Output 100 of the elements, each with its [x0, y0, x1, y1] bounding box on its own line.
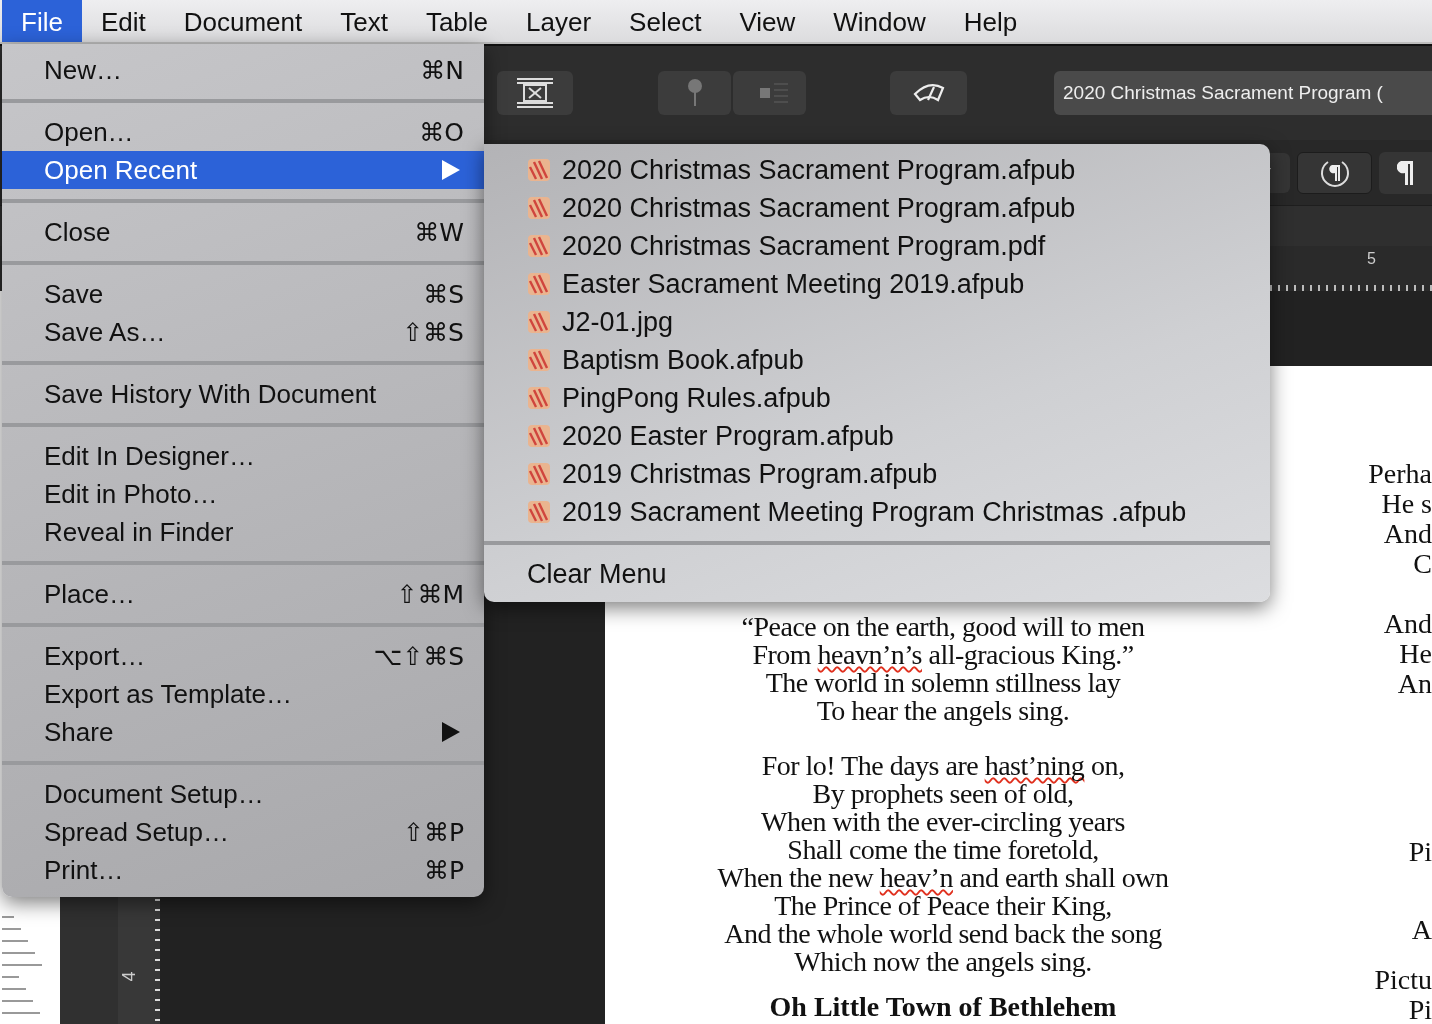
- recent-file-item[interactable]: J2-01.jpg: [484, 303, 1270, 341]
- poem-line: An: [1396, 669, 1432, 699]
- file-name: PingPong Rules.afpub: [562, 382, 831, 414]
- file-name: J2-01.jpg: [562, 306, 674, 338]
- poem-line: When the new heav’n and earth shall own: [716, 864, 1170, 892]
- file-name: 2020 Christmas Sacrament Program.afpub: [562, 154, 1076, 186]
- poem-line: The Prince of Peace their King,: [773, 892, 1113, 920]
- ruler-label: 4: [118, 971, 140, 982]
- wrap-button[interactable]: [733, 71, 806, 115]
- document-icon: [528, 425, 550, 447]
- poem-line: A: [1410, 915, 1432, 945]
- menu-item[interactable]: New… ⌘N: [2, 51, 484, 89]
- keyboard-shortcut: ⇧⌘S: [402, 317, 464, 347]
- clear-menu-item[interactable]: Clear Menu: [484, 555, 1270, 593]
- menu-item[interactable]: Print… ⌘P: [2, 851, 484, 889]
- menu-bar-item[interactable]: Select: [610, 0, 721, 42]
- menu-item-label: Spread Setup…: [44, 816, 230, 848]
- document-icon: [528, 463, 550, 485]
- menu-bar-item[interactable]: View: [720, 0, 815, 42]
- recent-file-item[interactable]: 2020 Christmas Sacrament Program.pdf: [484, 227, 1270, 265]
- document-icon: [528, 273, 550, 295]
- menu-item[interactable]: Save ⌘S: [2, 275, 484, 313]
- poem-line: For lo! The days are hast’ning on,: [760, 752, 1126, 780]
- keyboard-shortcut: ⌘P: [423, 855, 464, 885]
- poem-line: “Peace on the earth, good will to men: [740, 613, 1146, 641]
- menu-bar-item[interactable]: Text: [321, 0, 407, 42]
- poem-line: And: [1382, 609, 1432, 639]
- poem-line: Pi: [1407, 995, 1432, 1024]
- poem-line: Pictu: [1373, 965, 1432, 995]
- menu-item-label: Reveal in Finder: [44, 516, 235, 548]
- menu-item[interactable]: Document Setup…: [2, 775, 484, 813]
- document-title-field[interactable]: 2020 Christmas Sacrament Program (: [1054, 71, 1432, 115]
- document-icon: [528, 349, 550, 371]
- keyboard-shortcut: ⇧⌘M: [396, 579, 464, 609]
- menu-bar-item[interactable]: Document: [164, 0, 322, 42]
- poem-line: From heavn’n’s all-gracious King.”: [751, 641, 1135, 669]
- document-icon: [528, 197, 550, 219]
- keyboard-shortcut: ⌥⇧⌘S: [373, 641, 464, 671]
- menu-item-label: Open Recent: [44, 154, 199, 186]
- poem-line: Pi: [1407, 837, 1432, 867]
- keyboard-shortcut: ⌘N: [420, 55, 464, 85]
- file-name: 2019 Christmas Program.afpub: [562, 458, 938, 490]
- recent-file-item[interactable]: 2020 Christmas Sacrament Program.afpub: [484, 151, 1270, 189]
- menu-bar-item[interactable]: Edit: [81, 0, 165, 42]
- menu-bar-item[interactable]: Help: [944, 0, 1037, 42]
- paragraph-button[interactable]: [1297, 151, 1372, 194]
- document-icon: [528, 501, 550, 523]
- document-icon: [528, 235, 550, 257]
- menu-item[interactable]: Export… ⌥⇧⌘S: [2, 637, 484, 675]
- recent-file-item[interactable]: 2020 Easter Program.afpub: [484, 417, 1270, 455]
- menu-item[interactable]: Reveal in Finder: [2, 513, 484, 551]
- recent-file-item[interactable]: Baptism Book.afpub: [484, 341, 1270, 379]
- file-name: 2019 Sacrament Meeting Program Christmas .afpub: [562, 496, 1187, 528]
- menu-bar-item[interactable]: Window: [814, 0, 945, 42]
- menu-item-label: Save History With Document: [44, 378, 378, 410]
- menu-item[interactable]: Export as Template…: [2, 675, 484, 713]
- song-heading: Oh Little Town of Bethlehem: [768, 992, 1118, 1022]
- file-name: Baptism Book.afpub: [562, 344, 804, 376]
- file-name: 2020 Easter Program.afpub: [562, 420, 894, 452]
- poem-line: Shall come the time foretold,: [786, 836, 1099, 864]
- recent-file-item[interactable]: Easter Sacrament Meeting 2019.afpub: [484, 265, 1270, 303]
- ruler-label: 5: [1367, 250, 1376, 268]
- menu-item[interactable]: Spread Setup… ⇧⌘P: [2, 813, 484, 851]
- document-icon: [528, 387, 550, 409]
- gauge-button[interactable]: [890, 71, 967, 115]
- menu-item-label: Place…: [44, 578, 137, 610]
- keyboard-shortcut: ⌘W: [414, 217, 464, 247]
- keyboard-shortcut: ⌘S: [423, 279, 464, 309]
- menu-item-label: Export…: [44, 640, 147, 672]
- menu-item[interactable]: Save History With Document: [2, 375, 484, 413]
- poem-line: When with the ever-circling years: [760, 808, 1126, 836]
- poem-line: He s: [1380, 489, 1432, 519]
- menu-item-label: Document Setup…: [44, 778, 265, 810]
- poem-line: To hear the angels sing.: [815, 697, 1071, 725]
- menu-item[interactable]: Edit In Designer…: [2, 437, 484, 475]
- recent-file-item[interactable]: 2019 Sacrament Meeting Program Christmas .afpub: [484, 493, 1270, 531]
- recent-file-item[interactable]: PingPong Rules.afpub: [484, 379, 1270, 417]
- poem-line: C: [1412, 549, 1432, 579]
- menu-item[interactable]: Save As… ⇧⌘S: [2, 313, 484, 351]
- menu-bar-item[interactable]: Layer: [507, 0, 611, 42]
- menu-item[interactable]: Open Recent: [2, 151, 484, 189]
- menu-item-label: Export as Template…: [44, 678, 294, 710]
- file-name: 2020 Christmas Sacrament Program.pdf: [562, 230, 1046, 262]
- menu-item[interactable]: Open… ⌘O: [2, 113, 484, 151]
- pin-button[interactable]: [658, 71, 731, 115]
- frame-button[interactable]: [497, 71, 573, 115]
- poem-line: And: [1382, 519, 1432, 549]
- recent-file-item[interactable]: 2020 Christmas Sacrament Program.afpub: [484, 189, 1270, 227]
- menu-item[interactable]: Place… ⇧⌘M: [2, 575, 484, 613]
- paragraph-button[interactable]: [1379, 151, 1432, 194]
- menu-item[interactable]: Close ⌘W: [2, 213, 484, 251]
- menu-item[interactable]: Share: [2, 713, 484, 751]
- frame-icon: [515, 76, 555, 110]
- menu-bar-item[interactable]: File: [2, 0, 82, 42]
- menu-bar-item[interactable]: Table: [406, 0, 508, 42]
- menu-item[interactable]: Edit in Photo…: [2, 475, 484, 513]
- menu-item-label: New…: [44, 54, 123, 86]
- recent-file-item[interactable]: 2019 Christmas Program.afpub: [484, 455, 1270, 493]
- menu-item-label: Share: [44, 716, 115, 748]
- poem-line: He: [1398, 639, 1432, 669]
